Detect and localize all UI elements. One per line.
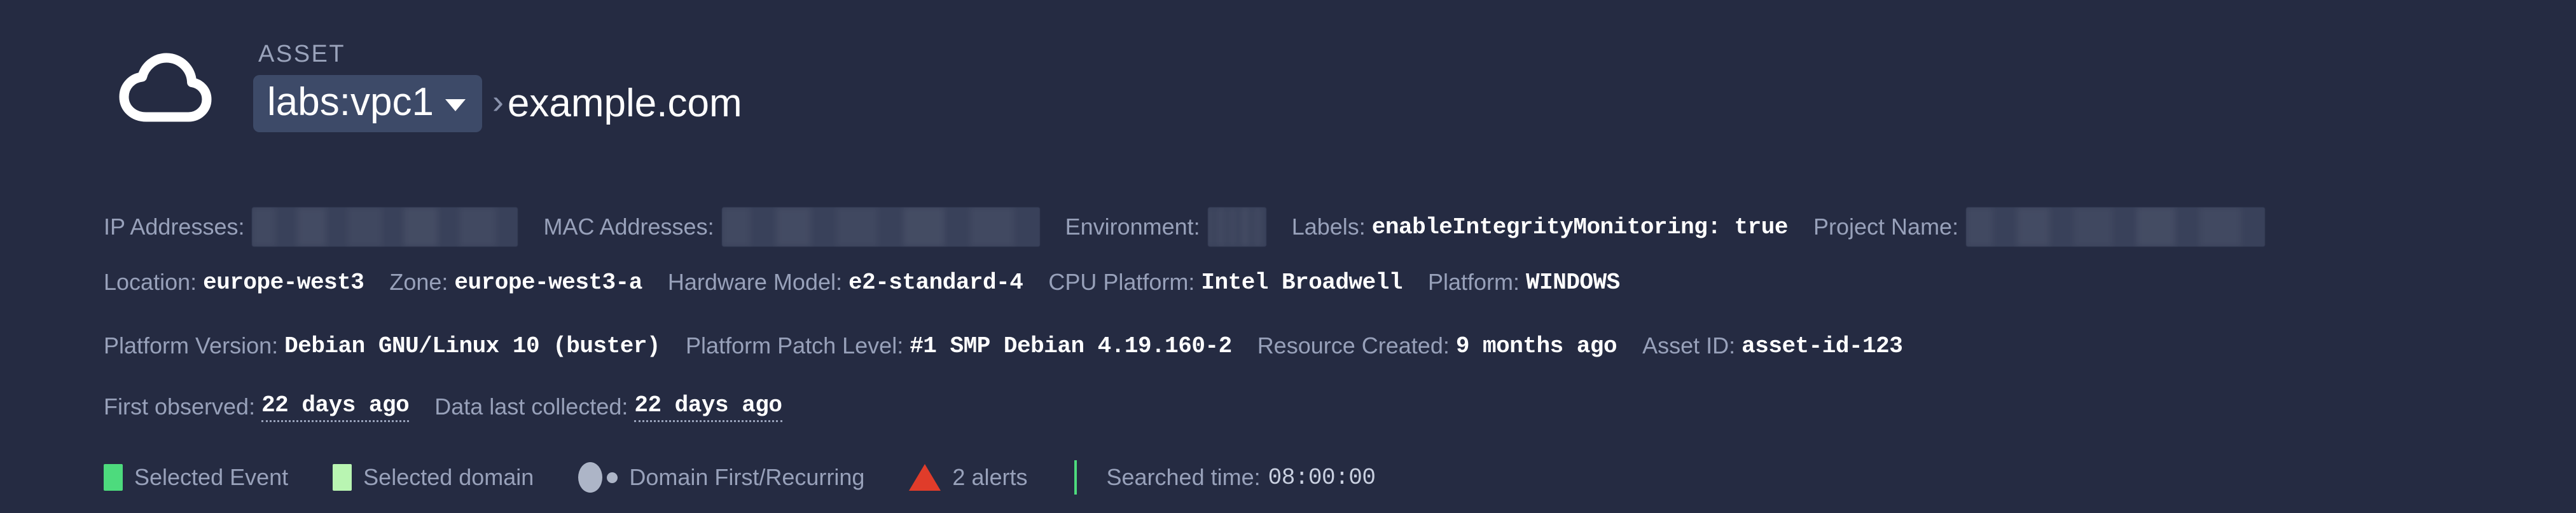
breadcrumb: labs:vpc1 › example.com xyxy=(253,75,742,132)
field-asset-id: Asset ID: asset-id-123 xyxy=(1642,332,1903,359)
field-value: asset-id-123 xyxy=(1742,332,1903,359)
field-value: Debian GNU/Linux 10 (buster) xyxy=(284,332,661,359)
field-label: Platform Patch Level: xyxy=(686,332,904,359)
field-resource-created: Resource Created: 9 months ago xyxy=(1257,332,1617,359)
field-label: Zone: xyxy=(389,269,448,295)
scope-selector-dropdown[interactable]: labs:vpc1 xyxy=(253,75,482,132)
small-circle-icon xyxy=(607,472,618,483)
field-value: europe-west3-a xyxy=(454,269,642,296)
field-label: Labels: xyxy=(1291,214,1366,240)
field-platform-version: Platform Version: Debian GNU/Linux 10 (b… xyxy=(104,332,661,359)
field-label: Environment: xyxy=(1065,214,1200,240)
field-value: 9 months ago xyxy=(1455,332,1617,359)
asset-header-text: ASSET labs:vpc1 › example.com xyxy=(253,33,742,132)
field-value: #1 SMP Debian 4.19.160-2 xyxy=(910,332,1232,359)
field-label: Asset ID: xyxy=(1642,332,1736,359)
scope-selector-label: labs:vpc1 xyxy=(267,80,434,124)
field-label: Platform Version: xyxy=(104,332,279,359)
field-value[interactable]: 22 days ago xyxy=(261,392,410,422)
field-first-observed: First observed: 22 days ago xyxy=(104,392,410,422)
field-environment: Environment: xyxy=(1065,207,1266,247)
legend-selected-domain: Selected domain xyxy=(333,464,534,491)
field-value: e2-standard-4 xyxy=(848,269,1023,296)
field-platform: Platform: WINDOWS xyxy=(1428,269,1620,296)
alert-triangle-icon xyxy=(909,464,941,491)
field-project-name: Project Name: xyxy=(1813,207,2266,247)
legend-label: Selected domain xyxy=(363,464,534,490)
searched-time: Searched time: 08:00:00 xyxy=(1106,464,1375,491)
field-zone: Zone: europe-west3-a xyxy=(389,269,642,296)
field-label: Data last collected: xyxy=(434,393,628,420)
field-cpu-platform: CPU Platform: Intel Broadwell xyxy=(1048,269,1402,296)
legend-alerts[interactable]: 2 alerts xyxy=(909,464,1027,491)
legend-domain-first-recurring: Domain First/Recurring xyxy=(578,462,864,493)
field-value: WINDOWS xyxy=(1526,269,1620,296)
field-value: Intel Broadwell xyxy=(1201,269,1402,296)
field-mac-addresses: MAC Addresses: xyxy=(543,207,1040,247)
field-hardware-model: Hardware Model: e2-standard-4 xyxy=(668,269,1023,296)
searched-time-value: 08:00:00 xyxy=(1268,464,1376,491)
legend-label: Selected Event xyxy=(134,464,289,490)
redacted-value-environment xyxy=(1207,207,1266,247)
circle-pair-icon xyxy=(578,462,618,493)
field-label: CPU Platform: xyxy=(1048,269,1195,295)
field-label: MAC Addresses: xyxy=(543,214,714,240)
field-value: enableIntegrityMonitoring: true xyxy=(1371,214,1789,240)
field-platform-patch-level: Platform Patch Level: #1 SMP Debian 4.19… xyxy=(686,332,1232,359)
searched-time-label: Searched time: xyxy=(1106,464,1261,490)
metadata-row: First observed: 22 days ago Data last co… xyxy=(104,378,2572,436)
redacted-value-ip-addresses xyxy=(252,207,518,247)
redacted-value-mac-addresses xyxy=(721,207,1040,247)
chevron-down-icon xyxy=(445,99,466,111)
asset-detail-header-panel: ASSET labs:vpc1 › example.com IP Address… xyxy=(0,0,2576,513)
large-circle-icon xyxy=(578,462,603,493)
legend: Selected Event Selected domain Domain Fi… xyxy=(104,460,1376,495)
square-swatch-icon xyxy=(104,464,123,491)
field-label: Hardware Model: xyxy=(667,269,842,295)
field-location: Location: europe-west3 xyxy=(104,269,364,296)
field-label: Resource Created: xyxy=(1257,332,1450,359)
page-title: example.com xyxy=(507,81,742,125)
metadata-row: IP Addresses: MAC Addresses: Environment… xyxy=(104,203,2572,250)
legend-label: 2 alerts xyxy=(952,464,1028,490)
field-label: Platform: xyxy=(1427,269,1520,295)
field-value[interactable]: 22 days ago xyxy=(634,392,782,422)
metadata-row: Platform Version: Debian GNU/Linux 10 (b… xyxy=(104,314,2572,378)
field-label: First observed: xyxy=(104,393,256,420)
metadata-row: Location: europe-west3 Zone: europe-west… xyxy=(104,250,2572,314)
cloud-icon xyxy=(102,33,229,141)
square-swatch-icon xyxy=(333,464,352,491)
asset-metadata: IP Addresses: MAC Addresses: Environment… xyxy=(104,203,2572,436)
field-label: IP Addresses: xyxy=(104,214,245,240)
asset-header: ASSET labs:vpc1 › example.com xyxy=(102,33,742,141)
field-labels: Labels: enableIntegrityMonitoring: true xyxy=(1291,214,1789,240)
field-ip-addresses: IP Addresses: xyxy=(104,207,518,247)
legend-divider xyxy=(1074,460,1077,495)
redacted-value-project-name xyxy=(1966,207,2266,247)
field-label: Location: xyxy=(104,269,197,295)
breadcrumb-separator-icon: › xyxy=(492,83,504,121)
field-label: Project Name: xyxy=(1813,214,1959,240)
field-data-last-collected: Data last collected: 22 days ago xyxy=(434,392,782,422)
field-value: europe-west3 xyxy=(203,269,364,296)
legend-label: Domain First/Recurring xyxy=(629,464,865,490)
legend-selected-event: Selected Event xyxy=(104,464,288,491)
asset-kicker: ASSET xyxy=(258,41,346,67)
